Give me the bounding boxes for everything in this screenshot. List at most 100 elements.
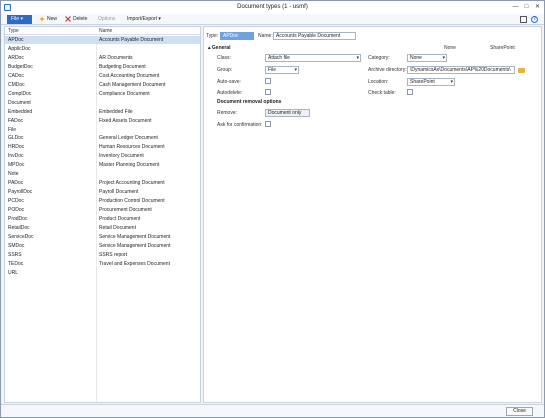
general-section-title: General — [211, 45, 231, 51]
check-table-checkbox[interactable] — [407, 89, 413, 95]
type-field[interactable]: APDoc — [220, 32, 254, 40]
grid-header: Type Name — [5, 27, 200, 35]
document-type-grid: Type Name APDoc Accounts Payable Document… — [4, 26, 201, 403]
options-button[interactable]: Options — [98, 15, 115, 24]
row-name-cell: Accounts Payable Document — [99, 37, 164, 43]
row-type-cell: FADoc — [8, 117, 24, 124]
delete-label: Delete — [73, 16, 88, 22]
row-type-cell: ComplDoc — [8, 90, 32, 97]
delete-button[interactable]: Delete — [65, 15, 87, 24]
column-header-name[interactable]: Name — [99, 28, 112, 34]
row-name-cell: Procurement Document — [99, 207, 152, 214]
table-row[interactable]: InvDoc Inventory Document — [5, 152, 200, 160]
row-name-cell: Product Document — [99, 216, 141, 222]
maximize-button[interactable]: □ — [522, 3, 531, 11]
row-type-cell: SSRS — [8, 251, 22, 258]
table-row[interactable]: ApplicDoc — [5, 45, 200, 53]
autodelete-checkbox[interactable] — [265, 89, 271, 95]
table-row[interactable]: PCDoc Production Control Document — [5, 197, 200, 205]
category-value: None — [410, 55, 422, 61]
autosave-label: Auto-save: — [217, 79, 241, 85]
table-row[interactable]: MPDoc Master Planning Document — [5, 161, 200, 169]
minimize-button[interactable]: — — [511, 3, 520, 11]
footer-bar: Close — [1, 404, 544, 417]
chevron-down-icon: ▾ — [442, 55, 445, 61]
column-header-type[interactable]: Type — [8, 28, 19, 34]
class-label: Class: — [217, 55, 231, 61]
table-row[interactable]: Document — [5, 99, 200, 107]
remove-label: Remove: — [217, 110, 238, 116]
category-dropdown[interactable]: None ▾ — [407, 54, 447, 62]
category-label: Category: — [368, 55, 390, 61]
row-type-cell: APDoc — [8, 37, 24, 43]
row-type-cell: ProdDoc — [8, 216, 28, 222]
table-row[interactable]: APDoc Accounts Payable Document — [5, 36, 200, 44]
row-type-cell: ApplicDoc — [8, 45, 31, 52]
table-row[interactable]: SSRS SSRS report — [5, 251, 200, 259]
remove-field[interactable]: Document only — [265, 109, 310, 117]
table-row[interactable]: RetailDoc Retail Document — [5, 224, 200, 232]
autosave-checkbox[interactable] — [265, 78, 271, 84]
row-type-cell: TEDoc — [8, 260, 24, 267]
name-field[interactable]: Accounts Payable Document — [273, 32, 356, 40]
title-bar: Document types (1 - usmf) — □ ✕ — [1, 1, 544, 14]
row-name-cell: Budgeting Document — [99, 63, 146, 70]
row-name-cell: Embedded File — [99, 108, 133, 115]
row-type-cell: PayrollDoc — [8, 189, 33, 196]
location-label: Location: — [368, 79, 389, 85]
table-row[interactable]: ServiceDoc Service Management Document — [5, 233, 200, 241]
row-type-cell: URL — [8, 269, 19, 276]
help-icon[interactable]: ? — [531, 16, 538, 23]
show-pane-icon[interactable] — [520, 16, 527, 23]
row-name-cell: Travel and Expenses Document — [99, 260, 170, 267]
new-button[interactable]: New — [39, 15, 57, 24]
table-row[interactable]: ProdDoc Product Document — [5, 215, 200, 223]
group-dropdown[interactable]: File ▾ — [265, 66, 299, 74]
location-dropdown[interactable]: SharePoint ▾ — [407, 78, 455, 86]
table-row[interactable]: Note — [5, 170, 200, 178]
table-row[interactable]: ARDoc AR Documents — [5, 54, 200, 62]
ask-confirmation-checkbox[interactable] — [265, 121, 271, 127]
table-row[interactable]: BudgetDoc Budgeting Document — [5, 63, 200, 71]
row-name-cell: Service Management Document — [99, 242, 171, 249]
chevron-down-icon: ▾ — [356, 55, 359, 61]
archive-directory-label: Archive directory: — [368, 67, 407, 73]
table-row[interactable]: ComplDoc Compliance Document — [5, 90, 200, 98]
table-row[interactable]: PayrollDoc Payroll Document — [5, 188, 200, 196]
import-export-button[interactable]: Import/Export ▾ — [127, 15, 161, 24]
row-name-cell: Payroll Document — [99, 189, 139, 196]
class-value: Attach file — [268, 55, 290, 61]
table-row[interactable]: CMDoc Cash Management Document — [5, 81, 200, 89]
table-row[interactable]: FADoc Fixed Assets Document — [5, 117, 200, 125]
close-button[interactable]: Close — [506, 407, 533, 416]
table-row[interactable]: Embedded Embedded File — [5, 108, 200, 116]
table-row[interactable]: File — [5, 126, 200, 134]
name-label: Name: — [258, 33, 273, 39]
table-row[interactable]: URL — [5, 269, 200, 277]
table-row[interactable]: GLDoc General Ledger Document — [5, 134, 200, 142]
row-name-cell: Human Resources Document — [99, 144, 165, 151]
location-value: SharePoint — [410, 79, 435, 85]
row-name-cell: Compliance Document — [99, 90, 150, 97]
table-row[interactable]: HRDoc Human Resources Document — [5, 143, 200, 151]
row-name-cell: SSRS report — [99, 251, 128, 258]
none-column-header: None — [444, 45, 456, 51]
row-name-cell: Project Accounting Document — [99, 180, 165, 187]
class-dropdown[interactable]: Attach file ▾ — [265, 54, 361, 62]
new-label: New — [47, 16, 58, 22]
row-name-cell: Service Management Document — [99, 233, 171, 240]
general-section-header[interactable]: ▴ General — [208, 45, 231, 51]
table-row[interactable]: PADoc Project Accounting Document — [5, 179, 200, 187]
table-row[interactable]: PODoc Procurement Document — [5, 206, 200, 214]
file-menu-button[interactable]: File ▾ — [7, 15, 32, 24]
archive-directory-field[interactable]: \DynamicsAx\Documents\AP%20Documents\ — [407, 66, 515, 74]
table-row[interactable]: TEDoc Travel and Expenses Document — [5, 260, 200, 268]
close-window-button[interactable]: ✕ — [533, 3, 542, 11]
detail-pane: Type: APDoc Name: Accounts Payable Docum… — [203, 26, 542, 403]
table-row[interactable]: SMDoc Service Management Document — [5, 242, 200, 250]
table-row[interactable]: CADoc Cost Accounting Document — [5, 72, 200, 80]
row-type-cell: Document — [8, 99, 31, 106]
folder-browse-icon[interactable] — [518, 68, 525, 73]
row-name-cell: Fixed Assets Document — [99, 117, 152, 124]
new-icon — [39, 15, 45, 22]
